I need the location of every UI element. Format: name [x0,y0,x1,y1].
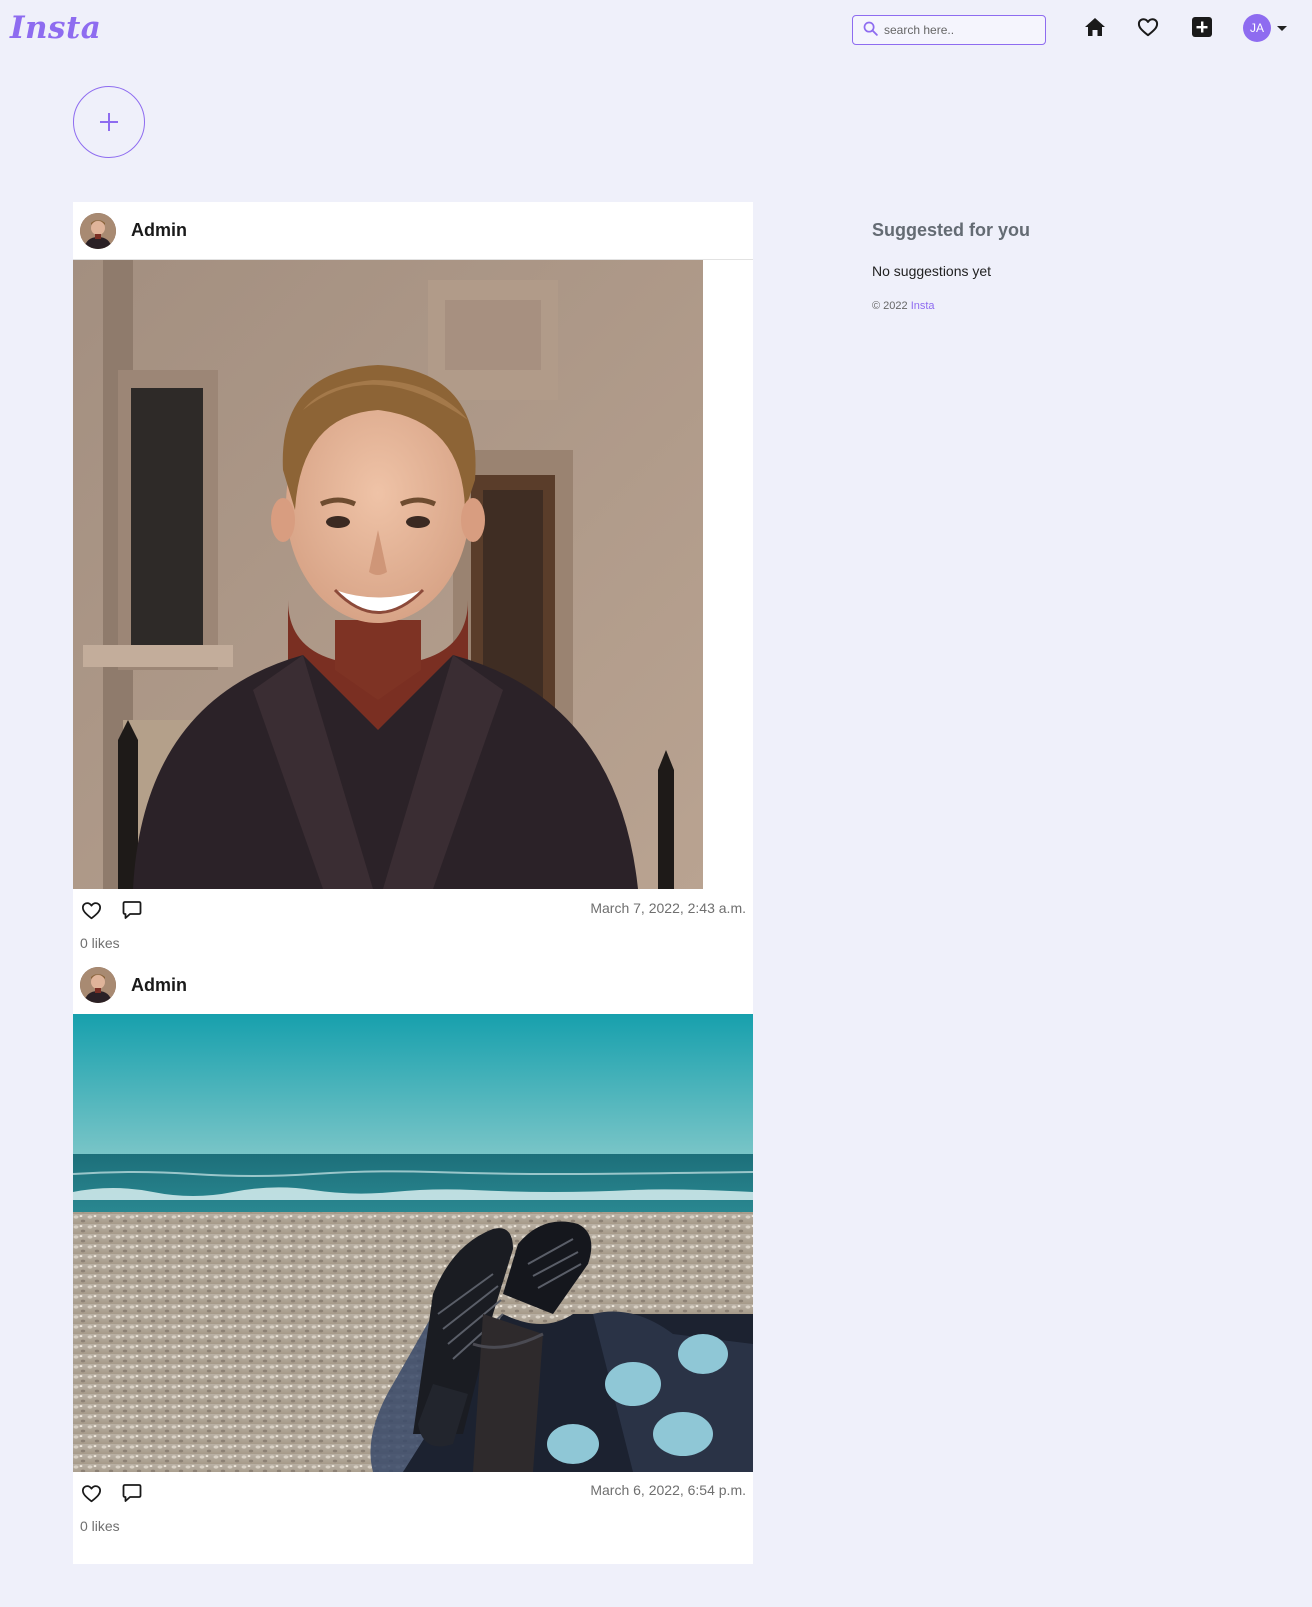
comment-icon[interactable] [121,1482,143,1504]
post-date: March 7, 2022, 2:43 a.m. [590,900,746,916]
post-header: Admin [73,956,753,1014]
suggestions-panel: Suggested for you No suggestions yet © 2… [872,220,1192,312]
user-avatar: JA [1243,14,1271,42]
copyright-text: © 2022 [872,300,908,312]
comment-icon[interactable] [121,899,143,921]
like-heart-icon[interactable] [80,1482,102,1504]
footer-brand-link[interactable]: Insta [911,300,935,312]
like-heart-icon[interactable] [80,899,102,921]
post-date: March 6, 2022, 6:54 p.m. [590,1482,746,1498]
heart-icon[interactable] [1136,15,1160,39]
caret-down-icon [1277,25,1287,31]
search-input[interactable] [884,23,1034,37]
likes-count[interactable]: 0 likes [80,1518,120,1534]
post-image[interactable] [73,1014,753,1472]
plus-icon [100,113,118,131]
post-username[interactable]: Admin [131,220,187,241]
plus-square-icon[interactable] [1190,15,1214,39]
post-actions [80,1482,143,1504]
user-menu[interactable]: JA [1243,14,1287,42]
search-icon [862,20,879,41]
brand-logo[interactable]: Insta [10,10,101,46]
top-navbar: Insta JA [0,0,1312,60]
add-story-button[interactable] [73,86,145,158]
suggestions-title: Suggested for you [872,220,1031,240]
footer-copyright: © 2022 Insta [872,300,1192,312]
post-avatar[interactable] [80,967,116,1003]
post-image[interactable] [73,260,703,889]
post-actions [80,899,143,921]
post-header: Admin [73,202,753,260]
suggestions-empty-text: No suggestions yet [872,263,992,279]
likes-count[interactable]: 0 likes [80,935,120,951]
search-box[interactable] [852,15,1046,45]
post-username[interactable]: Admin [131,975,187,996]
post-avatar[interactable] [80,212,116,249]
feed: Admin March 7, 2022, 2:43 a.m. 0 likes A… [73,202,753,1564]
home-icon[interactable] [1083,15,1107,39]
